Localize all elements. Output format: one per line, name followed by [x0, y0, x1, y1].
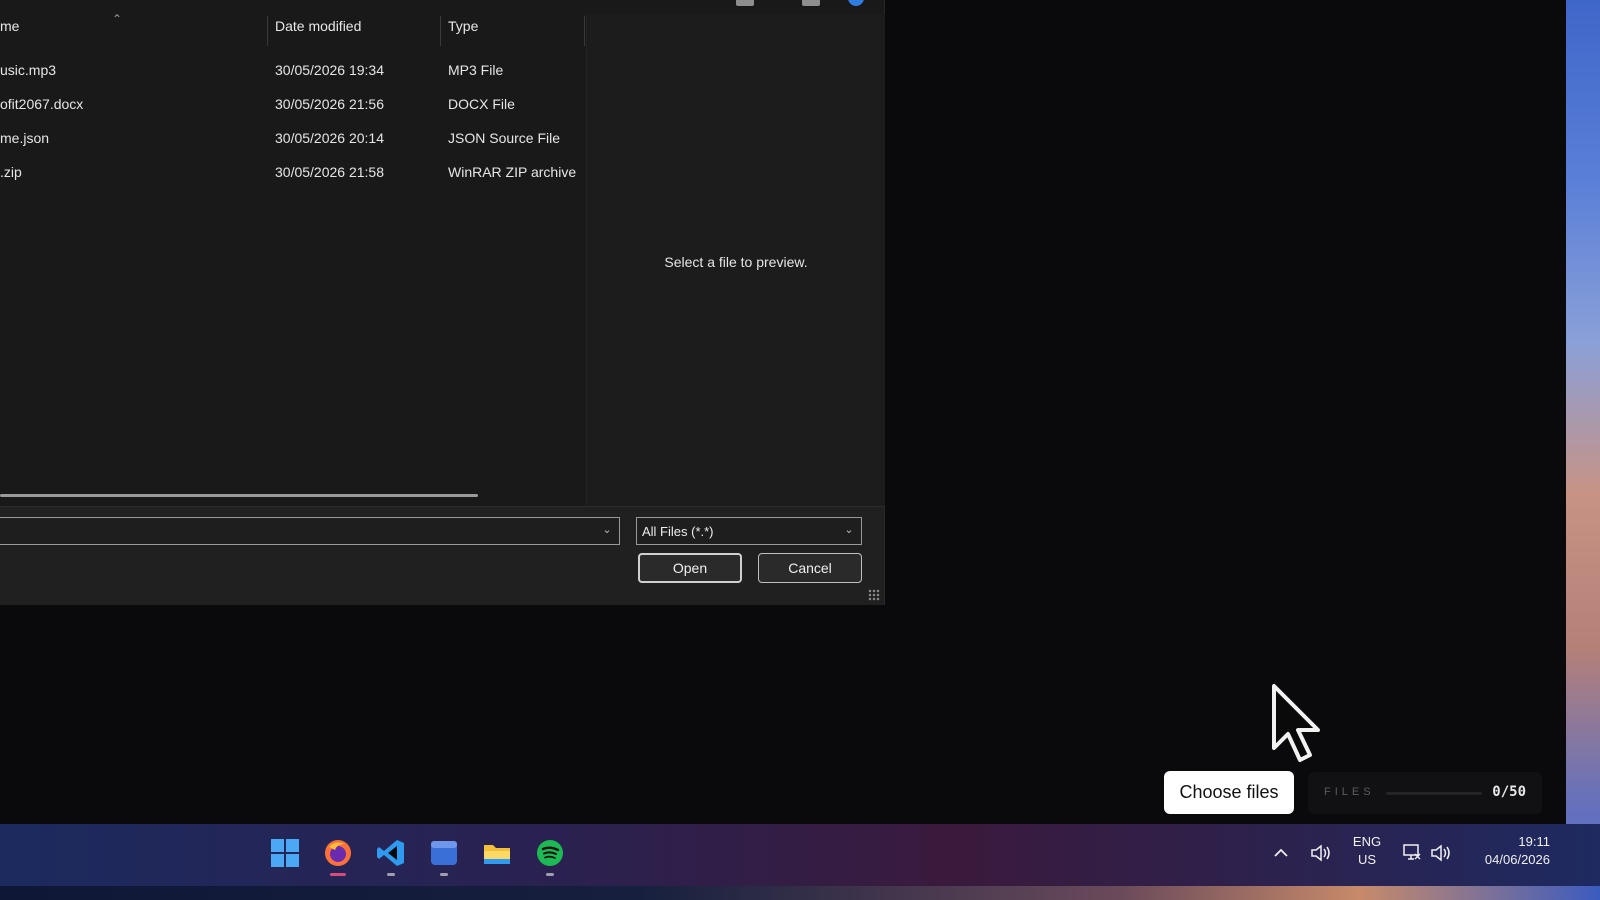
app-window-icon[interactable]	[429, 838, 459, 868]
dialog-footer: ⌄ All Files (*.*) ⌄ Open Cancel	[0, 506, 884, 605]
file-type: MP3 File	[448, 62, 504, 78]
volume-icon[interactable]	[1430, 844, 1452, 862]
chevron-down-icon[interactable]: ⌄	[601, 524, 613, 536]
file-date: 30/05/2026 19:34	[275, 62, 384, 78]
files-label: FILES	[1324, 786, 1375, 798]
app-running-indicator	[440, 873, 448, 876]
chevron-down-icon: ⌄	[844, 524, 854, 536]
input-region[interactable]: US	[1346, 852, 1388, 867]
column-separator[interactable]	[584, 16, 585, 46]
spotify-icon[interactable]	[535, 838, 565, 868]
file-name-input[interactable]: ⌄	[0, 517, 620, 545]
help-icon[interactable]	[848, 0, 864, 6]
input-language[interactable]: ENG	[1346, 834, 1388, 849]
file-row[interactable]: .zip 30/05/2026 21:58 WinRAR ZIP archive	[0, 160, 586, 188]
file-name: me.json	[0, 130, 50, 146]
file-row[interactable]: me.json 30/05/2026 20:14 JSON Source Fil…	[0, 126, 586, 154]
files-counter: FILES 0/50	[1308, 772, 1542, 814]
file-row[interactable]: ofit2067.docx 30/05/2026 21:56 DOCX File	[0, 92, 586, 120]
file-row[interactable]: usic.mp3 30/05/2026 19:34 MP3 File	[0, 58, 586, 86]
column-separator[interactable]	[267, 16, 268, 46]
choose-files-button[interactable]: Choose files	[1164, 771, 1294, 814]
file-type: WinRAR ZIP archive	[448, 164, 577, 180]
vscode-icon[interactable]	[376, 838, 406, 868]
preview-pane: Select a file to preview.	[586, 14, 885, 506]
show-hidden-icons-chevron-icon[interactable]	[1274, 848, 1288, 858]
firefox-icon[interactable]	[323, 838, 353, 868]
taskbar: ENG US 19:11 04/06/2026	[0, 824, 1600, 886]
desktop-wallpaper-edge	[1566, 0, 1600, 900]
cancel-button[interactable]: Cancel	[758, 553, 862, 583]
file-name: usic.mp3	[0, 62, 57, 78]
speaker-icon[interactable]	[1310, 844, 1332, 862]
clock-date[interactable]: 04/06/2026	[1466, 852, 1550, 867]
file-type-filter-select[interactable]: All Files (*.*) ⌄	[636, 517, 862, 545]
file-type: JSON Source File	[448, 130, 561, 146]
files-count: 0/50	[1492, 784, 1526, 800]
column-separator[interactable]	[440, 16, 441, 46]
file-explorer-icon[interactable]	[482, 838, 512, 868]
firefox-active-indicator	[330, 873, 346, 876]
column-header-name[interactable]: me	[0, 18, 19, 44]
resize-grip-icon[interactable]	[868, 589, 880, 601]
open-button[interactable]: Open	[638, 553, 742, 583]
file-type-filter-value: All Files (*.*)	[642, 524, 714, 539]
preview-pane-icon[interactable]	[802, 0, 820, 6]
clock-time[interactable]: 19:11	[1466, 834, 1550, 849]
file-name: .zip	[0, 164, 22, 180]
column-header-type[interactable]: Type	[448, 18, 478, 44]
file-date: 30/05/2026 20:14	[275, 130, 384, 146]
file-date: 30/05/2026 21:58	[275, 164, 384, 180]
preview-placeholder-text: Select a file to preview.	[664, 254, 808, 270]
mouse-cursor-icon	[1272, 684, 1320, 762]
view-options-icon[interactable]	[736, 0, 754, 6]
vscode-running-indicator	[387, 873, 395, 876]
file-type: DOCX File	[448, 96, 515, 112]
dialog-toolbar	[0, 0, 884, 8]
spotify-running-indicator	[546, 873, 554, 876]
file-name: ofit2067.docx	[0, 96, 84, 112]
sort-ascending-icon: ⌃	[112, 12, 123, 26]
file-date: 30/05/2026 21:56	[275, 96, 384, 112]
start-icon[interactable]	[270, 838, 300, 868]
files-progress-bar	[1386, 792, 1482, 795]
desktop-wallpaper-bottom	[0, 886, 1600, 900]
file-open-dialog: ⌃ me Date modified Type usic.mp3 30/05/2…	[0, 0, 885, 605]
network-icon[interactable]	[1402, 842, 1422, 862]
horizontal-scrollbar[interactable]	[0, 494, 478, 497]
column-header-date-modified[interactable]: Date modified	[275, 18, 361, 44]
